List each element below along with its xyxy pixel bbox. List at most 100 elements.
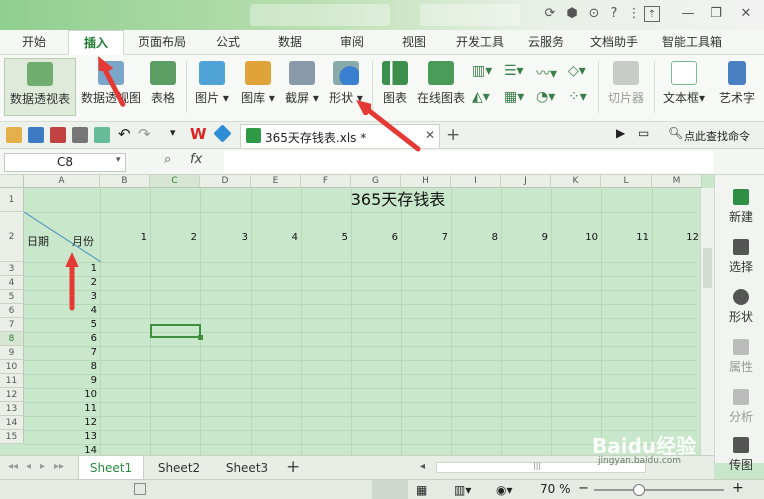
gallery-button[interactable]: 图库 ▾ xyxy=(238,58,278,116)
side-select-button[interactable]: 选择 xyxy=(721,239,761,275)
wordart-button[interactable]: 艺术字 xyxy=(714,58,760,116)
side-upload-image-button[interactable]: 传图 xyxy=(721,437,761,473)
column-header-B[interactable]: B xyxy=(100,175,150,188)
scatter-chart-icon[interactable]: ⁘▾ xyxy=(568,89,587,105)
textbox-button[interactable]: 文本框▾ xyxy=(660,58,708,116)
column-header-G[interactable]: G xyxy=(351,175,401,188)
row-header-3[interactable]: 3 xyxy=(0,262,24,276)
row-header-13[interactable]: 13 xyxy=(0,402,24,416)
day-number-cell[interactable]: 12 xyxy=(60,417,97,428)
tab-page-layout[interactable]: 页面布局 xyxy=(130,30,194,55)
sheet-title[interactable]: 365天存钱表 xyxy=(100,188,696,212)
tab-cloud[interactable]: 云服务 xyxy=(520,30,572,55)
minimize-icon[interactable]: — xyxy=(680,6,696,22)
vertical-scroll-thumb[interactable] xyxy=(703,248,712,288)
row-header-8[interactable]: 8 xyxy=(0,332,24,346)
area-chart-icon[interactable]: ◭▾ xyxy=(472,89,490,105)
header-date[interactable]: 日期 xyxy=(27,233,49,249)
day-number-cell[interactable]: 13 xyxy=(60,431,97,442)
month-number-cell[interactable]: 11 xyxy=(619,232,649,243)
more-icon[interactable]: ⋮ xyxy=(626,6,642,22)
restore-panel-icon[interactable]: ⇡ xyxy=(644,6,660,22)
column-header-J[interactable]: J xyxy=(501,175,551,188)
add-sheet-icon[interactable]: + xyxy=(286,457,300,477)
search-icon[interactable]: 🔍︎ xyxy=(668,126,683,140)
column-header-E[interactable]: E xyxy=(251,175,301,188)
zoom-slider-thumb[interactable] xyxy=(633,484,645,496)
wps-logo-icon[interactable]: W xyxy=(190,125,207,143)
print-preview-icon[interactable] xyxy=(94,127,110,143)
help-icon[interactable]: ? xyxy=(606,6,622,22)
selected-cell-c8[interactable] xyxy=(150,324,201,338)
tab-smart-toolbox[interactable]: 智能工具箱 xyxy=(654,30,730,55)
day-number-cell[interactable]: 10 xyxy=(60,389,97,400)
month-number-cell[interactable]: 10 xyxy=(568,232,598,243)
month-number-cell[interactable]: 6 xyxy=(368,232,398,243)
tab-formula[interactable]: 公式 xyxy=(204,30,252,55)
slicer-button[interactable]: 切片器 xyxy=(604,58,648,116)
customize-dropdown-icon[interactable]: ▾ xyxy=(170,126,176,139)
spreadsheet-grid[interactable] xyxy=(0,175,714,455)
month-number-cell[interactable]: 7 xyxy=(418,232,448,243)
row-header-11[interactable]: 11 xyxy=(0,374,24,388)
pivot-table-button[interactable]: 数据透视表 xyxy=(4,58,76,116)
day-number-cell[interactable]: 11 xyxy=(60,403,97,414)
row-header-1[interactable]: 1 xyxy=(0,188,24,212)
page-break-view-icon[interactable]: ▥▾ xyxy=(454,483,471,497)
row-header-9[interactable]: 9 xyxy=(0,346,24,360)
row-header-12[interactable]: 12 xyxy=(0,388,24,402)
undo-icon[interactable]: ↶ xyxy=(118,125,131,143)
picture-button[interactable]: 图片 ▾ xyxy=(192,58,232,116)
column-header-H[interactable]: H xyxy=(401,175,451,188)
refresh-icon[interactable]: ⟳ xyxy=(542,6,558,22)
column-header-C[interactable]: C xyxy=(150,175,200,188)
select-all-corner[interactable] xyxy=(0,175,24,188)
day-number-cell[interactable]: 9 xyxy=(60,375,97,386)
first-sheet-icon[interactable]: ◂◂ xyxy=(8,461,18,472)
row-header-5[interactable]: 5 xyxy=(0,290,24,304)
screenshot-button[interactable]: 截屏 ▾ xyxy=(282,58,322,116)
tab-home[interactable]: 开始 xyxy=(6,30,62,55)
scroll-left-icon[interactable]: ◂ xyxy=(420,461,425,472)
side-shape-button[interactable]: 形状 xyxy=(721,289,761,325)
month-number-cell[interactable]: 12 xyxy=(669,232,699,243)
online-chart-button[interactable]: 在线图表 xyxy=(414,58,468,116)
row-header-6[interactable]: 6 xyxy=(0,304,24,318)
day-number-cell[interactable]: 6 xyxy=(60,333,97,344)
save-icon[interactable] xyxy=(28,127,44,143)
day-number-cell[interactable]: 3 xyxy=(60,291,97,302)
page-layout-view-icon[interactable]: ▦ xyxy=(416,483,427,497)
vertical-scrollbar[interactable] xyxy=(700,188,714,455)
column-header-D[interactable]: D xyxy=(200,175,251,188)
side-new-button[interactable]: 新建 xyxy=(721,189,761,225)
table-button[interactable]: 表格 xyxy=(146,58,180,116)
command-search[interactable]: 点此查找命令 xyxy=(684,128,750,144)
presentation-icon[interactable]: ▶ xyxy=(616,126,625,140)
close-icon[interactable]: ✕ xyxy=(738,6,754,22)
normal-view-icon[interactable] xyxy=(372,480,408,499)
column-header-M[interactable]: M xyxy=(652,175,702,188)
day-number-cell[interactable]: 8 xyxy=(60,361,97,372)
macro-record-icon[interactable] xyxy=(134,483,146,495)
month-number-cell[interactable]: 3 xyxy=(218,232,248,243)
chart-button[interactable]: 图表 xyxy=(378,58,412,116)
formula-input[interactable] xyxy=(224,151,714,173)
open-folder-icon[interactable] xyxy=(6,127,22,143)
close-tab-icon[interactable]: ✕ xyxy=(425,128,435,142)
tab-doc-assistant[interactable]: 文档助手 xyxy=(582,30,646,55)
next-sheet-icon[interactable]: ▸ xyxy=(40,461,45,472)
row-header-4[interactable]: 4 xyxy=(0,276,24,290)
side-properties-button[interactable]: 属性 xyxy=(721,339,761,375)
day-number-cell[interactable]: 5 xyxy=(60,319,97,330)
fill-handle[interactable] xyxy=(198,335,203,340)
sync-icon[interactable]: ⊙ xyxy=(586,6,602,22)
stock-chart-icon[interactable]: ▦▾ xyxy=(504,89,524,105)
maximize-icon[interactable]: ❐ xyxy=(708,6,724,22)
cube-icon[interactable]: ⬢ xyxy=(564,6,580,22)
sheet-tab-1[interactable]: Sheet1 xyxy=(78,456,144,480)
month-number-cell[interactable]: 1 xyxy=(117,232,147,243)
day-number-cell[interactable]: 7 xyxy=(60,347,97,358)
pie-chart-icon[interactable]: ◔▾ xyxy=(536,89,555,105)
tab-data[interactable]: 数据 xyxy=(266,30,314,55)
radar-chart-icon[interactable]: ◇▾ xyxy=(568,63,586,79)
